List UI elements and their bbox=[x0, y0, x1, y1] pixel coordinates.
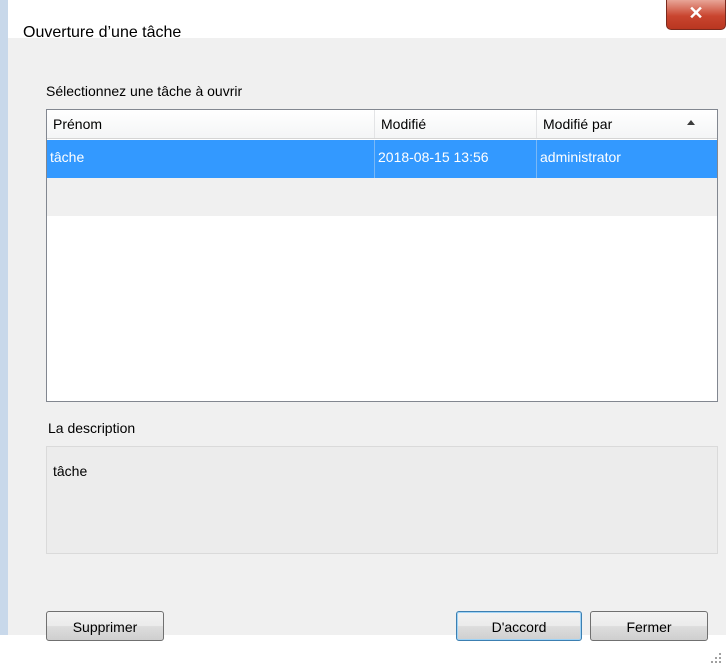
column-header-name[interactable]: Prénom bbox=[47, 110, 375, 138]
title-bar[interactable]: Ouverture d’une tâche bbox=[8, 0, 726, 41]
row-name-cell: tâche bbox=[47, 140, 375, 178]
close-button[interactable]: Fermer bbox=[590, 611, 708, 641]
row-modified-by-cell: administrator bbox=[540, 149, 621, 165]
dialog-client-area: Sélectionnez une tâche à ouvrir Prénom M… bbox=[8, 38, 726, 663]
task-list-header: Prénom Modifié Modifié par bbox=[47, 110, 717, 139]
table-row[interactable]: tâche 2018-08-15 13:56 administrator bbox=[47, 140, 717, 178]
sort-ascending-icon bbox=[687, 120, 695, 125]
column-header-modified[interactable]: Modifié bbox=[375, 110, 537, 138]
close-window-button[interactable]: ✕ bbox=[666, 0, 726, 30]
task-list-label: Sélectionnez une tâche à ouvrir bbox=[46, 83, 243, 99]
delete-button[interactable]: Supprimer bbox=[46, 611, 164, 641]
ok-button[interactable]: D'accord bbox=[456, 611, 582, 641]
description-text: tâche bbox=[53, 463, 88, 479]
dialog-window: Ouverture d’une tâche ✕ Sélectionnez une… bbox=[0, 0, 726, 663]
row-modified-cell: 2018-08-15 13:56 bbox=[375, 140, 537, 178]
description-field[interactable]: tâche bbox=[46, 446, 718, 554]
empty-row bbox=[47, 178, 717, 216]
task-list[interactable]: Prénom Modifié Modifié par tâche 2018-08… bbox=[46, 109, 718, 402]
resize-grip-icon[interactable] bbox=[708, 650, 722, 664]
description-label: La description bbox=[48, 420, 136, 436]
close-icon: ✕ bbox=[688, 3, 704, 23]
